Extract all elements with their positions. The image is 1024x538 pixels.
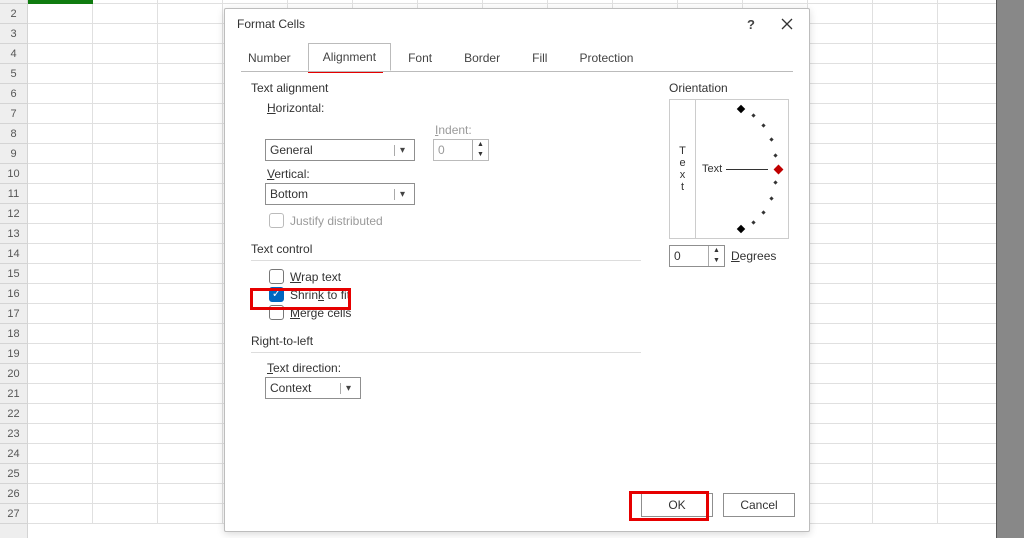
horizontal-select[interactable]: General ▾ bbox=[265, 139, 415, 161]
chevron-down-icon: ▾ bbox=[394, 189, 410, 200]
row-header[interactable]: 5 bbox=[0, 64, 27, 84]
tab-number[interactable]: Number bbox=[233, 44, 306, 71]
ok-button[interactable]: OK bbox=[641, 493, 713, 517]
justify-distributed-label: Justify distributed bbox=[290, 214, 383, 228]
text-direction-value: Context bbox=[270, 381, 311, 395]
row-header[interactable]: 23 bbox=[0, 424, 27, 444]
spin-down-icon[interactable]: ▼ bbox=[709, 256, 724, 266]
degrees-spinner[interactable]: 0 ▲▼ bbox=[669, 245, 725, 267]
row-headers: 2 3 4 5 6 7 8 9 10 11 12 13 14 15 16 17 … bbox=[0, 0, 28, 538]
row-header[interactable]: 17 bbox=[0, 304, 27, 324]
row-header[interactable]: 19 bbox=[0, 344, 27, 364]
row-header[interactable]: 15 bbox=[0, 264, 27, 284]
horizontal-value: General bbox=[270, 143, 313, 157]
indent-spinner[interactable]: 0 ▲▼ bbox=[433, 139, 489, 161]
tab-fill[interactable]: Fill bbox=[517, 44, 562, 71]
chevron-down-icon: ▾ bbox=[394, 145, 410, 156]
spin-up-icon[interactable]: ▲ bbox=[473, 140, 488, 150]
row-header[interactable]: 2 bbox=[0, 4, 27, 24]
wrap-text-label: Wrap text bbox=[290, 270, 341, 284]
orientation-control[interactable]: Text Text bbox=[669, 99, 789, 239]
row-header[interactable]: 27 bbox=[0, 504, 27, 524]
text-direction-label: Text direction: bbox=[267, 361, 641, 375]
indent-value: 0 bbox=[438, 143, 445, 157]
help-button[interactable]: ? bbox=[733, 9, 769, 39]
vertical-label: Vertical: bbox=[267, 167, 641, 181]
row-header[interactable]: 9 bbox=[0, 144, 27, 164]
close-button[interactable] bbox=[769, 9, 805, 39]
shrink-to-fit-label: Shrink to fit bbox=[290, 288, 350, 302]
merge-cells-checkbox[interactable] bbox=[269, 305, 284, 320]
horizontal-label: Horizontal: bbox=[267, 101, 641, 115]
wrap-text-checkbox[interactable] bbox=[269, 269, 284, 284]
orientation-vertical-text[interactable]: Text bbox=[670, 100, 696, 238]
cancel-button[interactable]: Cancel bbox=[723, 493, 795, 517]
close-icon bbox=[781, 18, 793, 30]
row-header[interactable]: 8 bbox=[0, 124, 27, 144]
shrink-to-fit-checkbox[interactable] bbox=[269, 287, 284, 302]
row-header[interactable]: 12 bbox=[0, 204, 27, 224]
tab-protection[interactable]: Protection bbox=[564, 44, 648, 71]
rtl-group-label: Right-to-left bbox=[251, 334, 641, 348]
text-direction-select[interactable]: Context ▾ bbox=[265, 377, 361, 399]
tab-alignment[interactable]: Alignment bbox=[308, 43, 391, 71]
row-header[interactable]: 3 bbox=[0, 24, 27, 44]
justify-distributed-checkbox bbox=[269, 213, 284, 228]
row-header[interactable]: 21 bbox=[0, 384, 27, 404]
degrees-value: 0 bbox=[674, 249, 681, 263]
chevron-down-icon: ▾ bbox=[340, 383, 356, 394]
orientation-dial[interactable]: Text bbox=[696, 100, 788, 238]
orientation-dial-text: Text bbox=[702, 163, 722, 175]
row-header[interactable]: 18 bbox=[0, 324, 27, 344]
spin-up-icon[interactable]: ▲ bbox=[709, 246, 724, 256]
orientation-group-label: Orientation bbox=[669, 81, 789, 95]
row-header[interactable]: 11 bbox=[0, 184, 27, 204]
text-alignment-group-label: Text alignment bbox=[251, 81, 641, 95]
right-strip bbox=[996, 0, 1024, 538]
spin-down-icon[interactable]: ▼ bbox=[473, 150, 488, 160]
row-header[interactable]: 6 bbox=[0, 84, 27, 104]
row-header[interactable]: 25 bbox=[0, 464, 27, 484]
dialog-title: Format Cells bbox=[237, 17, 733, 31]
row-header[interactable]: 26 bbox=[0, 484, 27, 504]
vertical-value: Bottom bbox=[270, 187, 308, 201]
vertical-select[interactable]: Bottom ▾ bbox=[265, 183, 415, 205]
text-control-group-label: Text control bbox=[251, 242, 641, 256]
row-header[interactable]: 7 bbox=[0, 104, 27, 124]
format-cells-dialog: Format Cells ? Number Alignment Font Bor… bbox=[224, 8, 810, 532]
row-header[interactable]: 16 bbox=[0, 284, 27, 304]
merge-cells-label: Merge cells bbox=[290, 306, 351, 320]
row-header[interactable]: 22 bbox=[0, 404, 27, 424]
degrees-label: Degrees bbox=[731, 249, 776, 263]
indent-label: Indent: bbox=[435, 123, 489, 137]
row-header[interactable]: 24 bbox=[0, 444, 27, 464]
tab-font[interactable]: Font bbox=[393, 44, 447, 71]
row-header[interactable]: 13 bbox=[0, 224, 27, 244]
tabs: Number Alignment Font Border Fill Protec… bbox=[225, 41, 809, 71]
titlebar: Format Cells ? bbox=[225, 9, 809, 39]
row-header[interactable]: 20 bbox=[0, 364, 27, 384]
row-header[interactable]: 14 bbox=[0, 244, 27, 264]
tab-border[interactable]: Border bbox=[449, 44, 515, 71]
row-header[interactable]: 10 bbox=[0, 164, 27, 184]
selected-cell[interactable] bbox=[28, 0, 93, 4]
row-header[interactable]: 4 bbox=[0, 44, 27, 64]
